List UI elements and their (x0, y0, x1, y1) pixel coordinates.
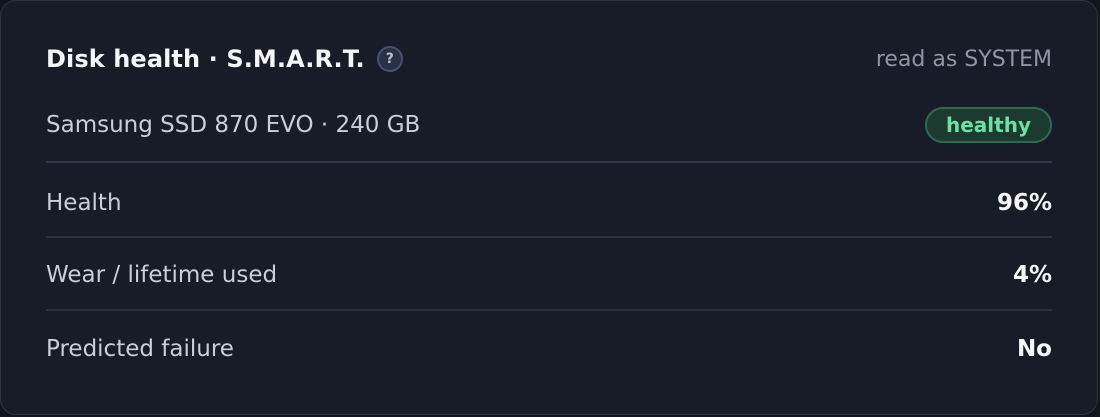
metric-value: 96% (996, 190, 1052, 216)
read-as-label: read as SYSTEM (875, 46, 1052, 72)
divider (46, 161, 1052, 163)
metric-label: Predicted failure (46, 336, 234, 362)
device-name: Samsung SSD 870 EVO · 240 GB (46, 112, 421, 138)
metric-value: No (1016, 336, 1052, 362)
metric-row-predicted-failure: Predicted failure No (46, 329, 1052, 369)
card-header: Disk health · S.M.A.R.T. ? read as SYSTE… (46, 39, 1052, 79)
divider (46, 236, 1052, 238)
metric-row-health: Health 96% (46, 183, 1052, 223)
device-row: Samsung SSD 870 EVO · 240 GB healthy (46, 103, 1052, 147)
metric-row-wear: Wear / lifetime used 4% (46, 255, 1052, 295)
card-title: Disk health · S.M.A.R.T. (46, 45, 365, 73)
smart-health-card: Disk health · S.M.A.R.T. ? read as SYSTE… (0, 0, 1098, 415)
divider (46, 309, 1052, 311)
status-badge: healthy (925, 107, 1052, 143)
metric-label: Health (46, 190, 122, 216)
metric-value: 4% (1012, 262, 1052, 288)
title-group: Disk health · S.M.A.R.T. ? (46, 45, 403, 73)
metric-label: Wear / lifetime used (46, 262, 278, 288)
question-mark-icon[interactable]: ? (376, 46, 403, 72)
